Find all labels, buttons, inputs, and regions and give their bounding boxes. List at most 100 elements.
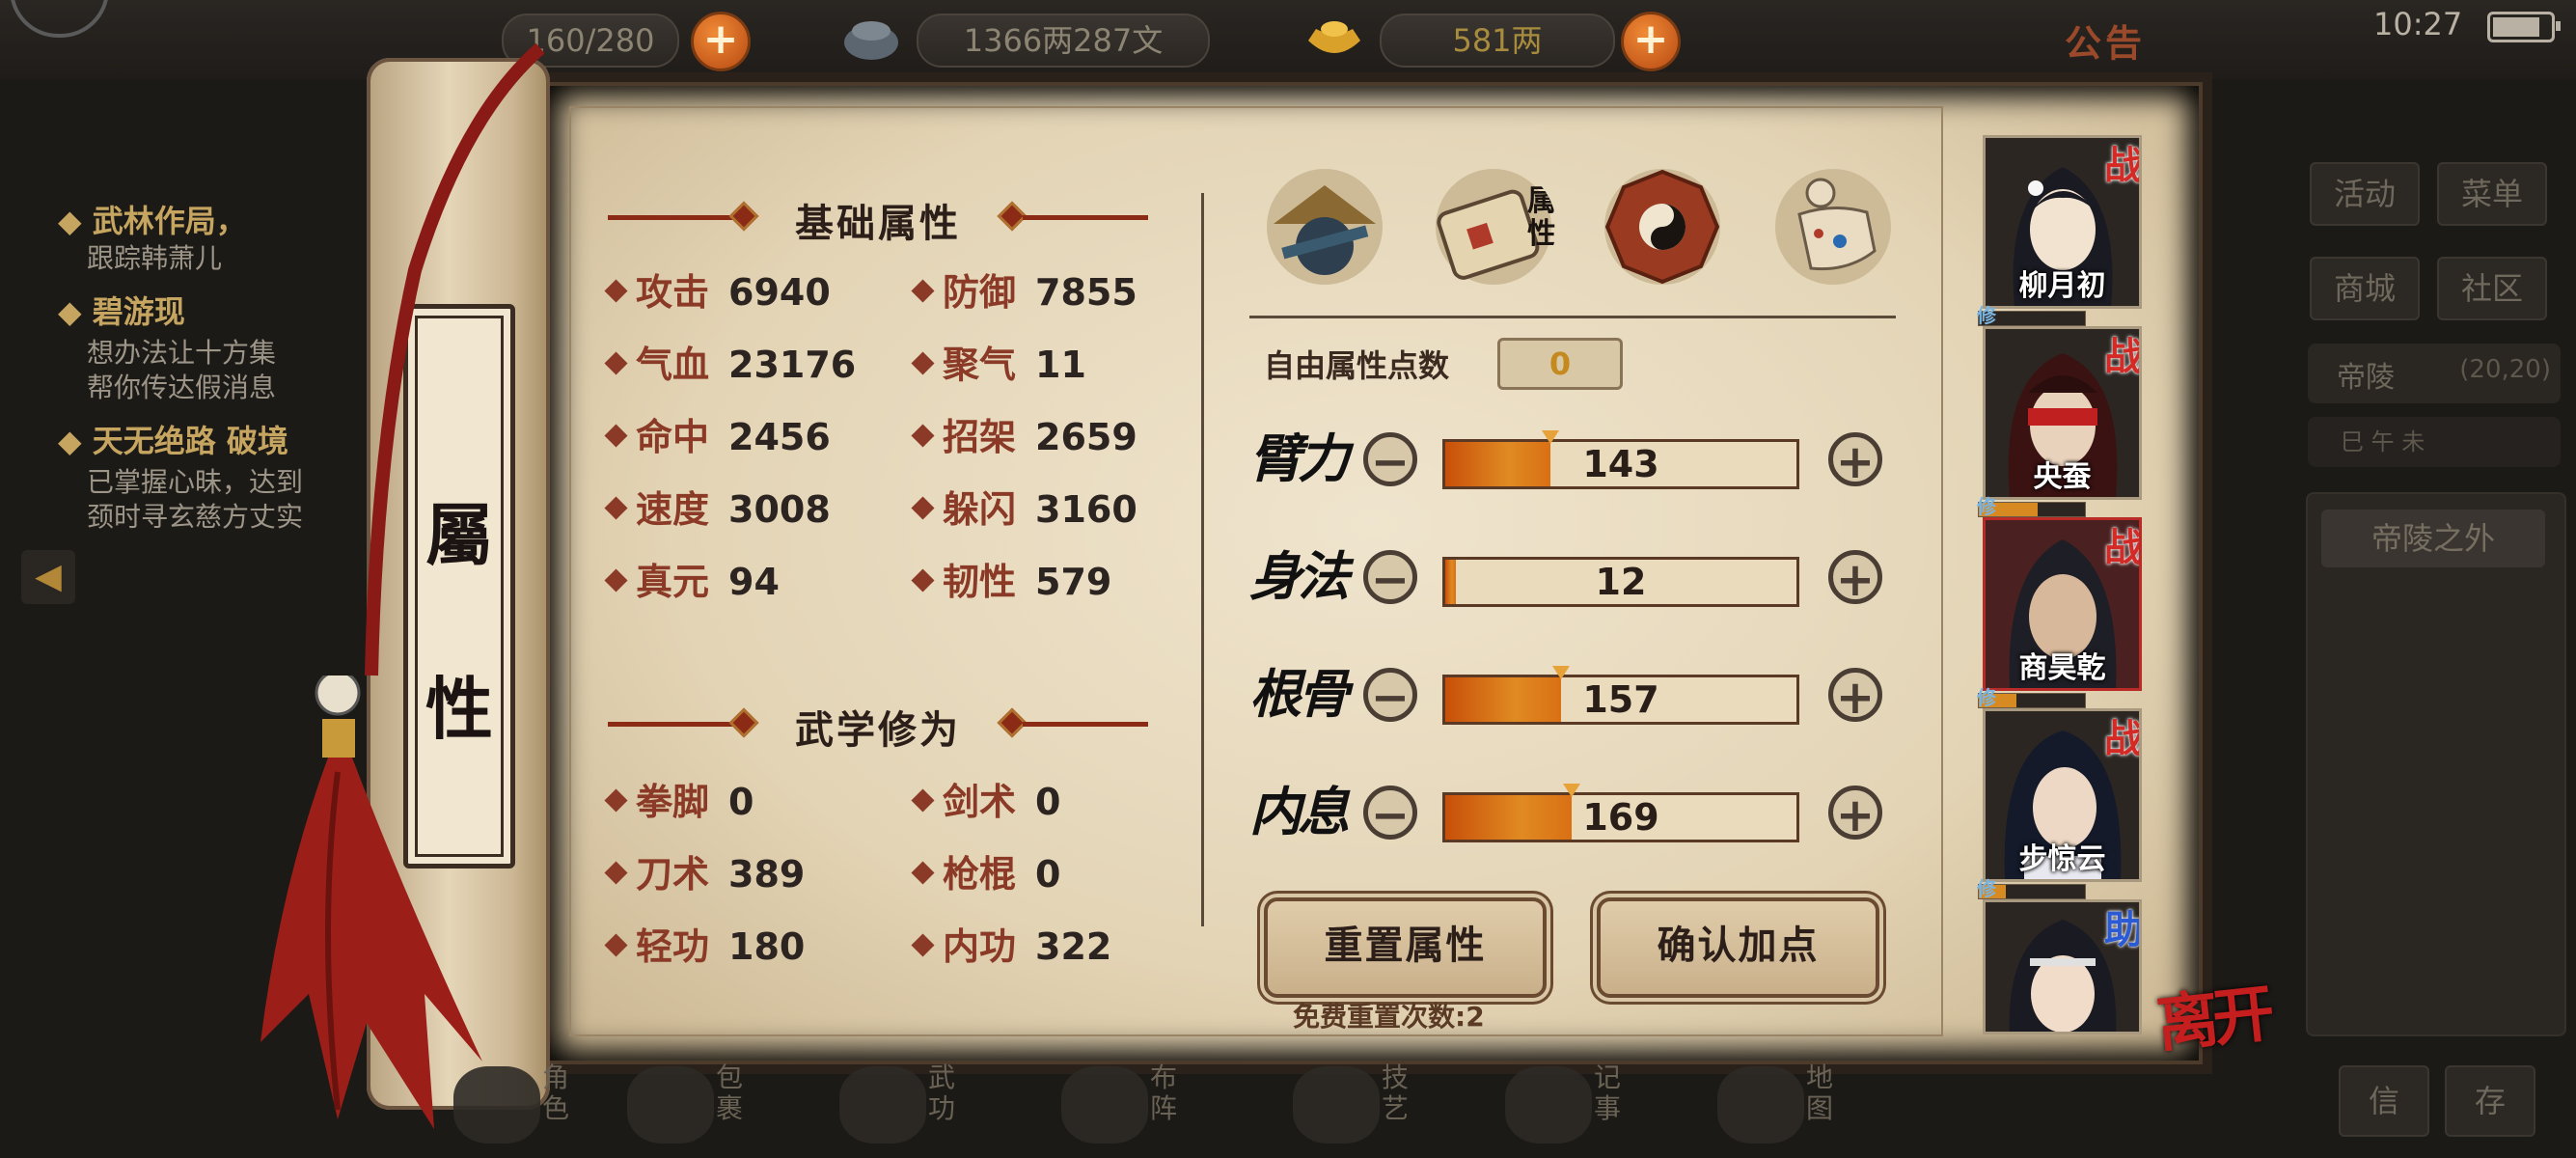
- confirm-points-button[interactable]: 确认加点: [1597, 897, 1879, 998]
- decrease-breath-button[interactable]: −: [1363, 786, 1417, 841]
- nav-label: 包裹: [716, 1062, 744, 1124]
- activity-button[interactable]: 活动: [2310, 162, 2420, 226]
- quest-title: ◆ 碧游现: [58, 293, 185, 330]
- nav-character[interactable]: 角色: [453, 1062, 598, 1153]
- attr-row-constitution: 根骨 − 157 +: [1249, 650, 1905, 737]
- tab-separator: [1249, 316, 1896, 318]
- agility-bar: 12: [1442, 557, 1799, 607]
- increase-agility-button[interactable]: +: [1828, 550, 1882, 605]
- reset-attributes-button[interactable]: 重置属性: [1264, 897, 1547, 998]
- character-card[interactable]: 柳月初 战: [1983, 135, 2142, 309]
- battle-badge: 战: [2104, 716, 2142, 761]
- collapse-arrow-icon[interactable]: ◀: [21, 550, 75, 604]
- attr-value: 169: [1582, 796, 1659, 839]
- stat-focus: 聚气 11: [911, 335, 1086, 388]
- stat-hit: 命中 2456: [604, 407, 831, 460]
- attr-name: 根骨: [1249, 663, 1350, 725]
- character-name: 商昊乾: [2018, 651, 2106, 685]
- money-pouch-icon: [844, 21, 898, 60]
- basic-attr-header: 基础属性: [608, 188, 1148, 246]
- free-points-value: 0: [1497, 338, 1623, 390]
- community-button[interactable]: 社区: [2437, 257, 2547, 320]
- nav-martial[interactable]: 武功: [839, 1062, 984, 1153]
- quest-desc: 想办法让十方集 帮你传达假消息: [87, 337, 277, 403]
- basic-attr-title: 基础属性: [795, 202, 961, 246]
- nav-label: 武功: [928, 1062, 956, 1124]
- nav-label: 技艺: [1382, 1062, 1410, 1124]
- shop-button[interactable]: 商城: [2310, 257, 2420, 320]
- assist-badge: 助: [2104, 907, 2142, 952]
- stat-spear: 枪棍 0: [911, 844, 1060, 897]
- quest-title: ◆ 天无绝路 破境: [58, 423, 288, 459]
- svg-text:性: 性: [1527, 217, 1556, 251]
- character-card-selected[interactable]: 商昊乾 战: [1983, 517, 2142, 691]
- location-box: 帝陵 (20,20): [2308, 344, 2561, 403]
- attr-value: 143: [1582, 443, 1659, 485]
- attr-name: 臂力: [1249, 427, 1350, 489]
- leave-button[interactable]: 离开: [2152, 964, 2273, 1064]
- nav-label: 布阵: [1150, 1062, 1178, 1124]
- stat-defense: 防御 7855: [911, 262, 1137, 316]
- bag-icon: [627, 1066, 714, 1144]
- stat-lightness: 轻功 180: [604, 917, 805, 970]
- quest-tracker[interactable]: ◆ 武林作局， 跟踪韩萧儿 ◆ 碧游现 想办法让十方集 帮你传达假消息 ◆ 天无…: [58, 193, 376, 598]
- martial-title: 武学修为: [795, 708, 961, 753]
- decrease-strength-button[interactable]: −: [1363, 432, 1417, 487]
- menu-button[interactable]: 菜单: [2437, 162, 2547, 226]
- notice-button[interactable]: 公告: [2065, 14, 2146, 67]
- nav-map[interactable]: 地图: [1717, 1062, 1862, 1153]
- location-name: 帝陵: [2337, 361, 2395, 395]
- tools-icon: [1293, 1066, 1380, 1144]
- increase-constitution-button[interactable]: +: [1828, 668, 1882, 723]
- cult-tag: 修: [1977, 495, 1996, 518]
- quest-desc: 跟踪韩萧儿: [87, 242, 223, 274]
- meridian-tab-body-icon[interactable]: [1770, 164, 1896, 290]
- formation-tab-bagua-icon[interactable]: [1600, 164, 1725, 290]
- player-avatar[interactable]: [10, 0, 109, 38]
- stat-fist: 拳脚 0: [604, 772, 754, 825]
- stat-inner: 内功 322: [911, 917, 1111, 970]
- stat-sword: 剑术 0: [911, 772, 1060, 825]
- quest-desc: 已掌握心昧，达到 颈时寻玄慈方丈实: [87, 466, 304, 533]
- stat-hp: 气血 23176: [604, 335, 856, 388]
- gold-ingot-icon: [1308, 21, 1360, 53]
- nav-bag[interactable]: 包裹: [627, 1062, 772, 1153]
- nav-label: 记事: [1594, 1062, 1622, 1124]
- strength-bar: 143: [1442, 430, 1799, 489]
- decrease-constitution-button[interactable]: −: [1363, 668, 1417, 723]
- stat-speed: 速度 3008: [604, 480, 831, 533]
- character-name: 步惊云: [2018, 842, 2106, 876]
- stat-blade: 刀术 389: [604, 844, 805, 897]
- character-card[interactable]: 步惊云 战: [1983, 708, 2142, 882]
- game-time-row: 巳 午 未: [2308, 417, 2561, 467]
- minimap-panel[interactable]: 帝陵之外: [2306, 492, 2566, 1036]
- equipment-tab-hat-icon[interactable]: [1262, 164, 1387, 290]
- battle-badge: 战: [2104, 334, 2142, 379]
- location-coords: (20,20): [2459, 355, 2551, 384]
- attr-row-breath: 内息 − 169 +: [1249, 768, 1905, 855]
- stat-dodge: 躲闪 3160: [911, 480, 1137, 533]
- add-gold-button[interactable]: +: [1621, 12, 1681, 71]
- battery-icon: [2487, 12, 2561, 42]
- nav-journal[interactable]: 记事: [1505, 1062, 1650, 1153]
- free-reset-count: 免费重置次数:2: [1293, 1001, 1485, 1033]
- nav-label: 地图: [1806, 1062, 1834, 1124]
- increase-strength-button[interactable]: +: [1828, 432, 1882, 487]
- stat-toughness: 韧性 579: [911, 552, 1111, 605]
- battle-badge: 战: [2104, 143, 2142, 188]
- save-button[interactable]: 存: [2445, 1065, 2535, 1137]
- cultivation-bar: 修: [1977, 304, 2086, 327]
- character-card[interactable]: 助: [1983, 899, 2142, 1034]
- character-name: 央蚕: [2033, 460, 2092, 494]
- quest-title: ◆ 武林作局，: [58, 203, 247, 239]
- nav-formation[interactable]: 布阵: [1061, 1062, 1206, 1153]
- add-stamina-button[interactable]: +: [691, 12, 751, 71]
- attr-name: 身法: [1249, 545, 1350, 607]
- character-card[interactable]: 央蚕 战: [1983, 326, 2142, 500]
- bagua-icon: [1061, 1066, 1148, 1144]
- attribute-tab-scroll-icon[interactable]: 属 性: [1431, 164, 1556, 290]
- decrease-agility-button[interactable]: −: [1363, 550, 1417, 605]
- increase-breath-button[interactable]: +: [1828, 786, 1882, 841]
- nav-skills[interactable]: 技艺: [1293, 1062, 1438, 1153]
- mail-button[interactable]: 信: [2339, 1065, 2429, 1137]
